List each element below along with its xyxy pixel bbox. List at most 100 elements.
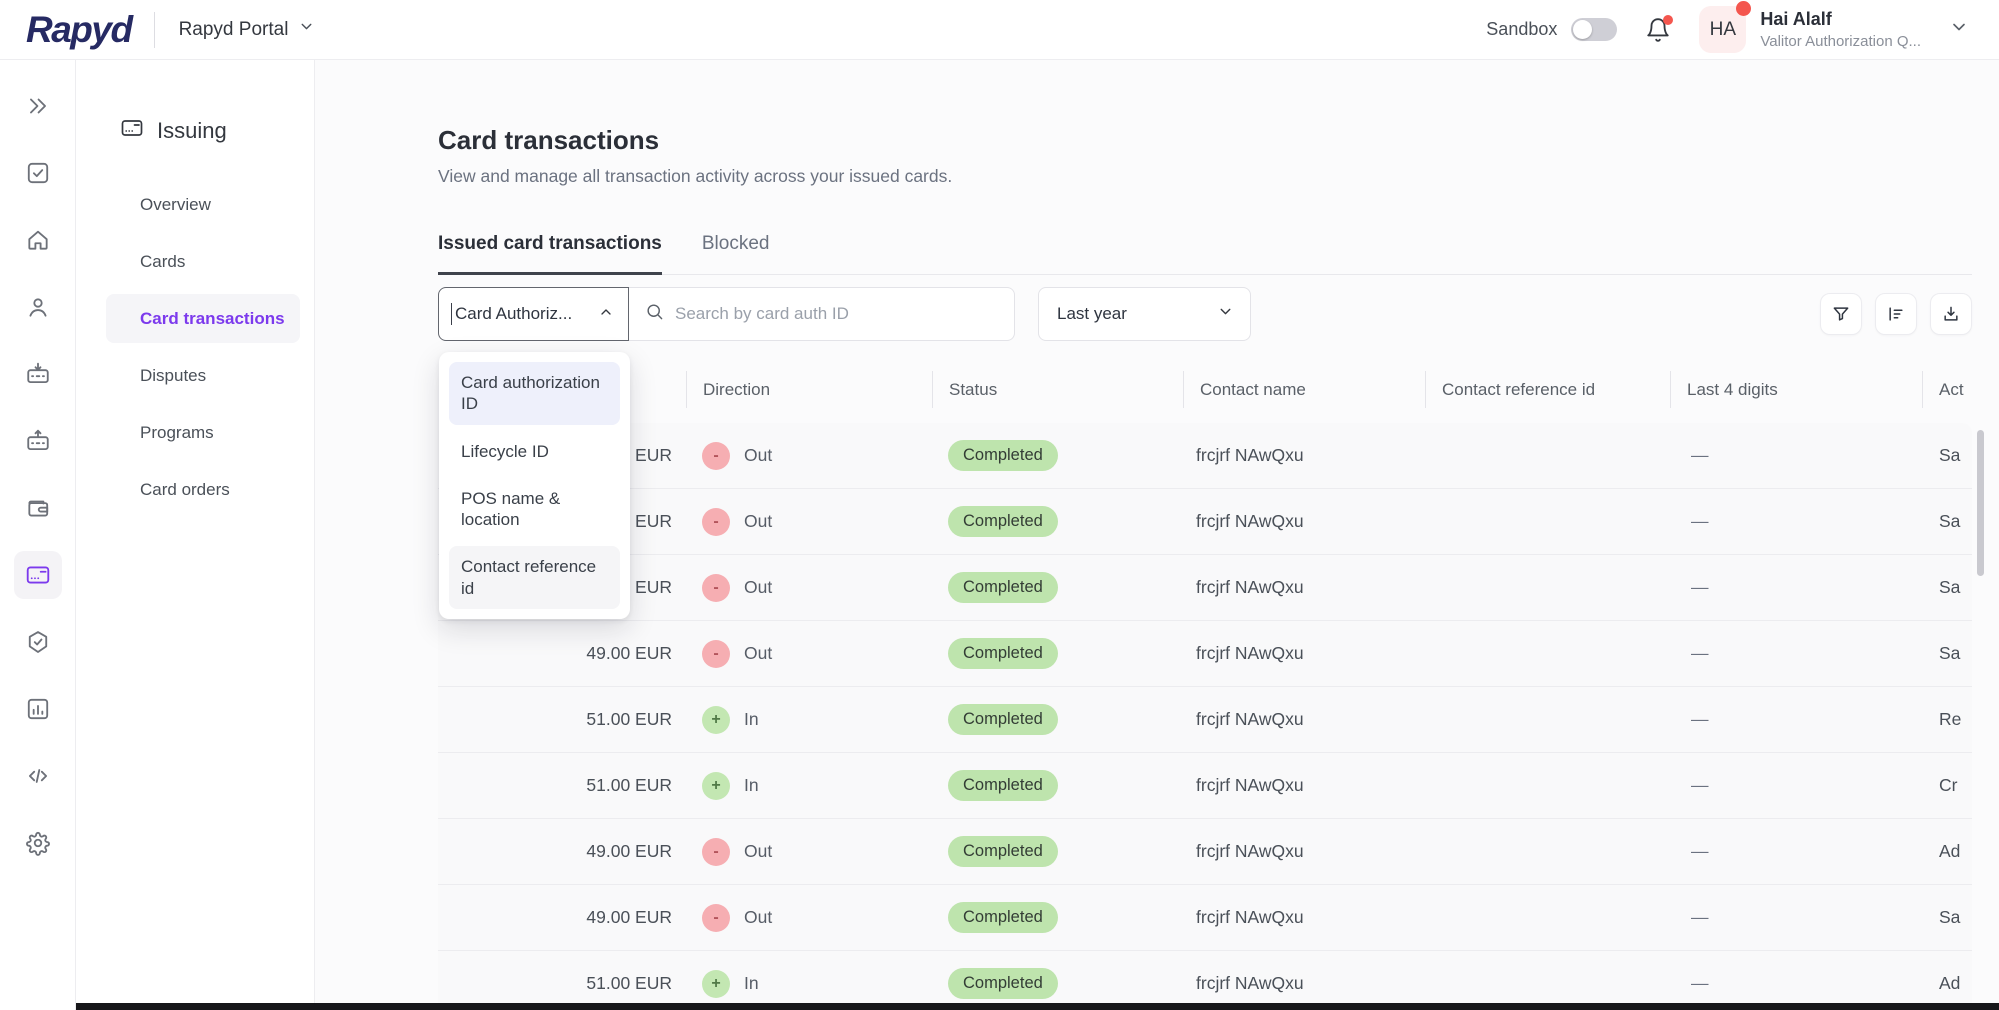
table-row[interactable]: 49.00 EUR-OutCompletedfrcjrf NAwQxu—Sa	[438, 621, 1972, 687]
tab-issued-card-transactions[interactable]: Issued card transactions	[438, 233, 662, 275]
status-badge: Completed	[948, 638, 1058, 669]
sidebar-item-label: Card orders	[140, 480, 230, 500]
avatar-notification-dot	[1736, 1, 1751, 16]
status-badge: Completed	[948, 770, 1058, 801]
sidebar-item-label: Overview	[140, 195, 211, 215]
column-header-contact-name: Contact name	[1183, 371, 1425, 408]
cell-last4: —	[1670, 687, 1922, 752]
rail-item-compliance[interactable]	[14, 618, 62, 666]
search-field-select[interactable]: Card Authoriz...	[438, 287, 629, 341]
table-row[interactable]: 49.00 EUR-OutCompletedfrcjrf NAwQxu—Sa	[438, 489, 1972, 555]
table-row[interactable]: 49.00 EUR-OutCompletedfrcjrf NAwQxu—Ad	[438, 819, 1972, 885]
cell-contact-name: frcjrf NAwQxu	[1183, 951, 1425, 1010]
rail-item-wallet[interactable]	[14, 484, 62, 532]
cell-contact-name: frcjrf NAwQxu	[1183, 489, 1425, 554]
cell-last4: —	[1670, 885, 1922, 950]
cell-contact-name: frcjrf NAwQxu	[1183, 819, 1425, 884]
rail-item-payout[interactable]	[14, 417, 62, 465]
column-header-direction: Direction	[686, 371, 932, 408]
cell-amount: 49.00 EUR	[438, 885, 686, 950]
payout-icon	[25, 428, 51, 454]
sidebar-item-disputes[interactable]: Disputes	[106, 351, 300, 400]
payin-icon	[25, 361, 51, 387]
rail-item-card[interactable]	[14, 551, 62, 599]
sort-button[interactable]	[1875, 293, 1917, 335]
cell-contact-reference	[1425, 489, 1670, 554]
cell-action: Sa	[1922, 621, 1972, 686]
sidebar-item-overview[interactable]: Overview	[106, 180, 300, 229]
rail-item-tasks[interactable]	[14, 149, 62, 197]
sidebar-item-label: Programs	[140, 423, 214, 443]
cell-direction: +In	[686, 951, 932, 1010]
filter-button[interactable]	[1820, 293, 1862, 335]
table-row[interactable]: 49.00 EUR-OutCompletedfrcjrf NAwQxu—Sa	[438, 885, 1972, 951]
download-button[interactable]	[1930, 293, 1972, 335]
dropdown-option-card-authorization-id[interactable]: Card authorization ID	[449, 362, 620, 425]
cell-action: Sa	[1922, 489, 1972, 554]
sidebar-item-card-transactions[interactable]: Card transactions	[106, 294, 300, 343]
card-icon	[120, 116, 144, 146]
cell-direction: -Out	[686, 885, 932, 950]
portal-switcher[interactable]: Rapyd Portal	[179, 18, 316, 41]
direction-label: Out	[744, 841, 772, 862]
chevron-down-icon	[298, 18, 315, 41]
wallet-icon	[25, 495, 51, 521]
cell-last4: —	[1670, 555, 1922, 620]
table-row[interactable]: 51.00 EUR+InCompletedfrcjrf NAwQxu—Re	[438, 687, 1972, 753]
sandbox-toggle[interactable]	[1571, 18, 1617, 41]
dropdown-option-lifecycle-id[interactable]: Lifecycle ID	[449, 431, 620, 472]
direction-label: In	[744, 775, 759, 796]
chevron-down-icon	[1217, 303, 1234, 325]
rail-item-home[interactable]	[14, 216, 62, 264]
dropdown-option-pos-name-location[interactable]: POS name & location	[449, 478, 620, 541]
cell-status: Completed	[932, 423, 1183, 488]
table-row[interactable]: 49.00 EUR-OutCompletedfrcjrf NAwQxu—Sa	[438, 423, 1972, 489]
cell-status: Completed	[932, 687, 1183, 752]
date-range-select[interactable]: Last year	[1038, 287, 1251, 341]
settings-icon	[25, 830, 51, 856]
user-menu[interactable]: HA Hai Alalf Valitor Authorization Q...	[1699, 6, 1969, 53]
rail-item-contacts[interactable]	[14, 283, 62, 331]
dropdown-option-contact-reference-id[interactable]: Contact reference id	[449, 546, 620, 609]
rail-item-developers[interactable]	[14, 752, 62, 800]
tab-blocked[interactable]: Blocked	[702, 233, 770, 275]
avatar: HA	[1699, 6, 1746, 53]
cell-action: Sa	[1922, 885, 1972, 950]
chevron-down-icon	[1949, 17, 1969, 42]
rail-item-settings[interactable]	[14, 819, 62, 867]
table-row[interactable]: 51.00 EUR+InCompletedfrcjrf NAwQxu—Ad	[438, 951, 1972, 1010]
search-input[interactable]	[675, 304, 998, 324]
direction-label: In	[744, 709, 759, 730]
rail-item-payin[interactable]	[14, 350, 62, 398]
sidebar-item-cards[interactable]: Cards	[106, 237, 300, 286]
direction-label: Out	[744, 511, 772, 532]
cell-contact-reference	[1425, 885, 1670, 950]
table-row[interactable]: 51.00 EUR+InCompletedfrcjrf NAwQxu—Cr	[438, 753, 1972, 819]
chevron-up-icon	[598, 304, 614, 325]
rail-item-reports[interactable]	[14, 685, 62, 733]
rail-item-collapse[interactable]	[14, 82, 62, 130]
cell-contact-reference	[1425, 951, 1670, 1010]
direction-sign-badge: +	[702, 706, 730, 734]
notifications-button[interactable]	[1645, 17, 1671, 43]
user-name: Hai Alalf	[1760, 9, 1921, 31]
table-row[interactable]: 49.00 EUR-OutCompletedfrcjrf NAwQxu—Sa	[438, 555, 1972, 621]
search-icon	[645, 302, 664, 326]
contacts-icon	[25, 294, 51, 320]
sidebar-title: Issuing	[157, 118, 227, 144]
cell-contact-name: frcjrf NAwQxu	[1183, 687, 1425, 752]
cell-direction: -Out	[686, 819, 932, 884]
cell-direction: -Out	[686, 621, 932, 686]
cell-contact-reference	[1425, 555, 1670, 620]
sidebar-item-programs[interactable]: Programs	[106, 408, 300, 457]
sidebar-item-card-orders[interactable]: Card orders	[106, 465, 300, 514]
direction-sign-badge: -	[702, 640, 730, 668]
cell-direction: -Out	[686, 423, 932, 488]
column-header-act: Act	[1922, 371, 1972, 408]
direction-sign-badge: -	[702, 442, 730, 470]
table-scrollbar[interactable]	[1977, 430, 1984, 576]
sidebar-item-label: Card transactions	[140, 309, 285, 329]
issuing-sidebar: Issuing Overview Cards Card transactions Di…	[76, 60, 315, 1010]
cell-last4: —	[1670, 819, 1922, 884]
collapse-icon	[25, 93, 51, 119]
